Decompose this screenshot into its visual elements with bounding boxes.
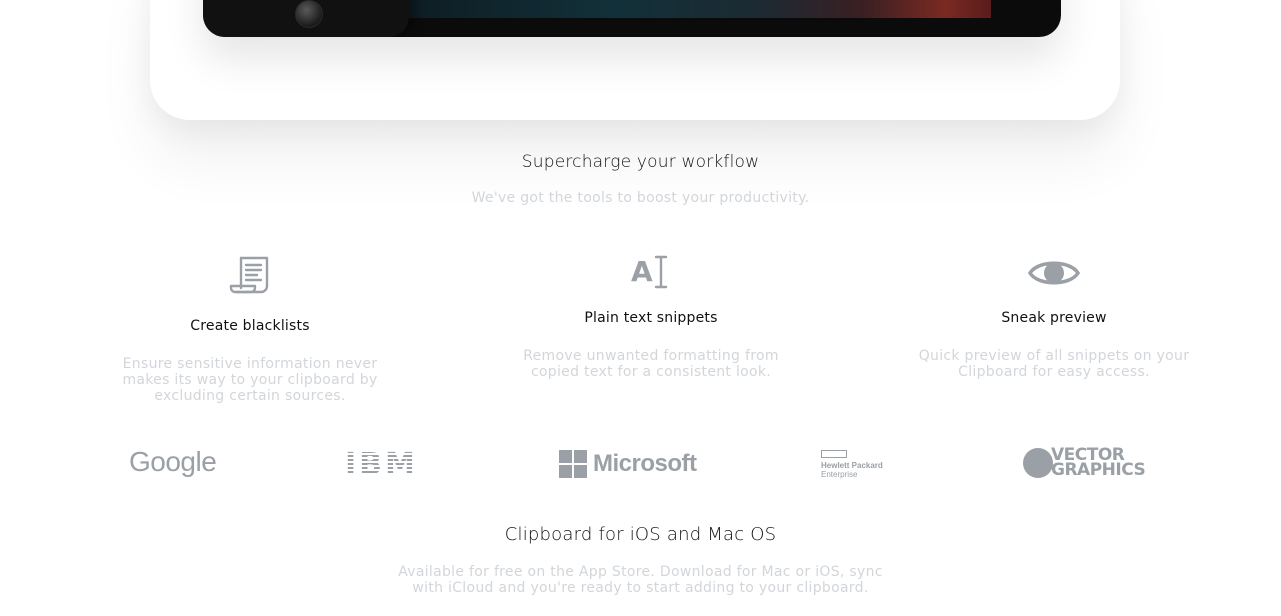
desc-line: Remove unwanted formatting from — [523, 348, 779, 364]
hewlett-packard-enterprise-logo: Hewlett Packard Enterprise — [821, 450, 901, 479]
desc-line: Ensure sensitive information never — [122, 356, 378, 372]
eye-icon — [1028, 261, 1080, 285]
device-screen — [409, 0, 991, 18]
feature-description: Remove unwanted formatting from copied t… — [500, 348, 802, 380]
microsoft-logo-text: Microsoft — [593, 450, 697, 477]
vector-graphics-logo-text: VECTOR GRAPHICS — [1051, 447, 1146, 480]
feature-sneak-preview: Sneak preview Quick preview of all snipp… — [903, 252, 1205, 392]
hpe-rectangle-icon — [821, 450, 847, 458]
platforms-description: Available for free on the App Store. Dow… — [0, 564, 1281, 596]
feature-plain-text-snippets: A Plain text snippets Remove unwanted fo… — [500, 252, 802, 392]
device-mockup — [203, 0, 1061, 37]
hpe-logo-line1: Hewlett Packard — [821, 461, 883, 470]
hpe-logo-line2: Enterprise — [821, 470, 858, 479]
device-side-panel — [203, 0, 409, 37]
workflow-title: Supercharge your workflow — [521, 152, 760, 172]
ibm-logo: IBM — [345, 447, 418, 482]
desc-line: Quick preview of all snippets on your — [918, 348, 1190, 364]
vector-graphics-circle-icon — [1023, 448, 1053, 478]
feature-description: Ensure sensitive information never makes… — [100, 356, 400, 404]
desc-line: Clipboard for easy access. — [958, 364, 1150, 380]
desc-line: with iCloud and you're ready to start ad… — [412, 580, 869, 596]
vector-graphics-logo: VECTOR GRAPHICS — [1023, 447, 1146, 480]
feature-create-blacklists: Create blacklists Ensure sensitive infor… — [100, 252, 400, 412]
microsoft-logo: Microsoft — [559, 450, 697, 478]
desc-line: excluding certain sources. — [154, 388, 346, 404]
workflow-subtitle: We've got the tools to boost your produc… — [471, 190, 810, 206]
text-cursor-letter: A — [631, 255, 653, 288]
text-cursor-icon: A — [626, 252, 676, 292]
platforms-title: Clipboard for iOS and Mac OS — [504, 524, 777, 545]
feature-description: Quick preview of all snippets on your Cl… — [903, 348, 1205, 380]
vg-line2: GRAPHICS — [1051, 460, 1146, 480]
feature-title: Create blacklists — [190, 318, 310, 334]
feature-title: Plain text snippets — [584, 310, 718, 326]
desc-line: copied text for a consistent look. — [530, 364, 772, 380]
desc-line: Available for free on the App Store. Dow… — [398, 564, 883, 580]
feature-title: Sneak preview — [1001, 310, 1107, 326]
device-home-button — [295, 0, 323, 28]
desc-line: makes its way to your clipboard by — [122, 372, 378, 388]
microsoft-squares-icon — [559, 450, 587, 478]
scroll-document-icon — [229, 256, 269, 294]
google-logo: Google — [129, 446, 217, 477]
page: Supercharge your workflow We've got the … — [0, 0, 1281, 616]
